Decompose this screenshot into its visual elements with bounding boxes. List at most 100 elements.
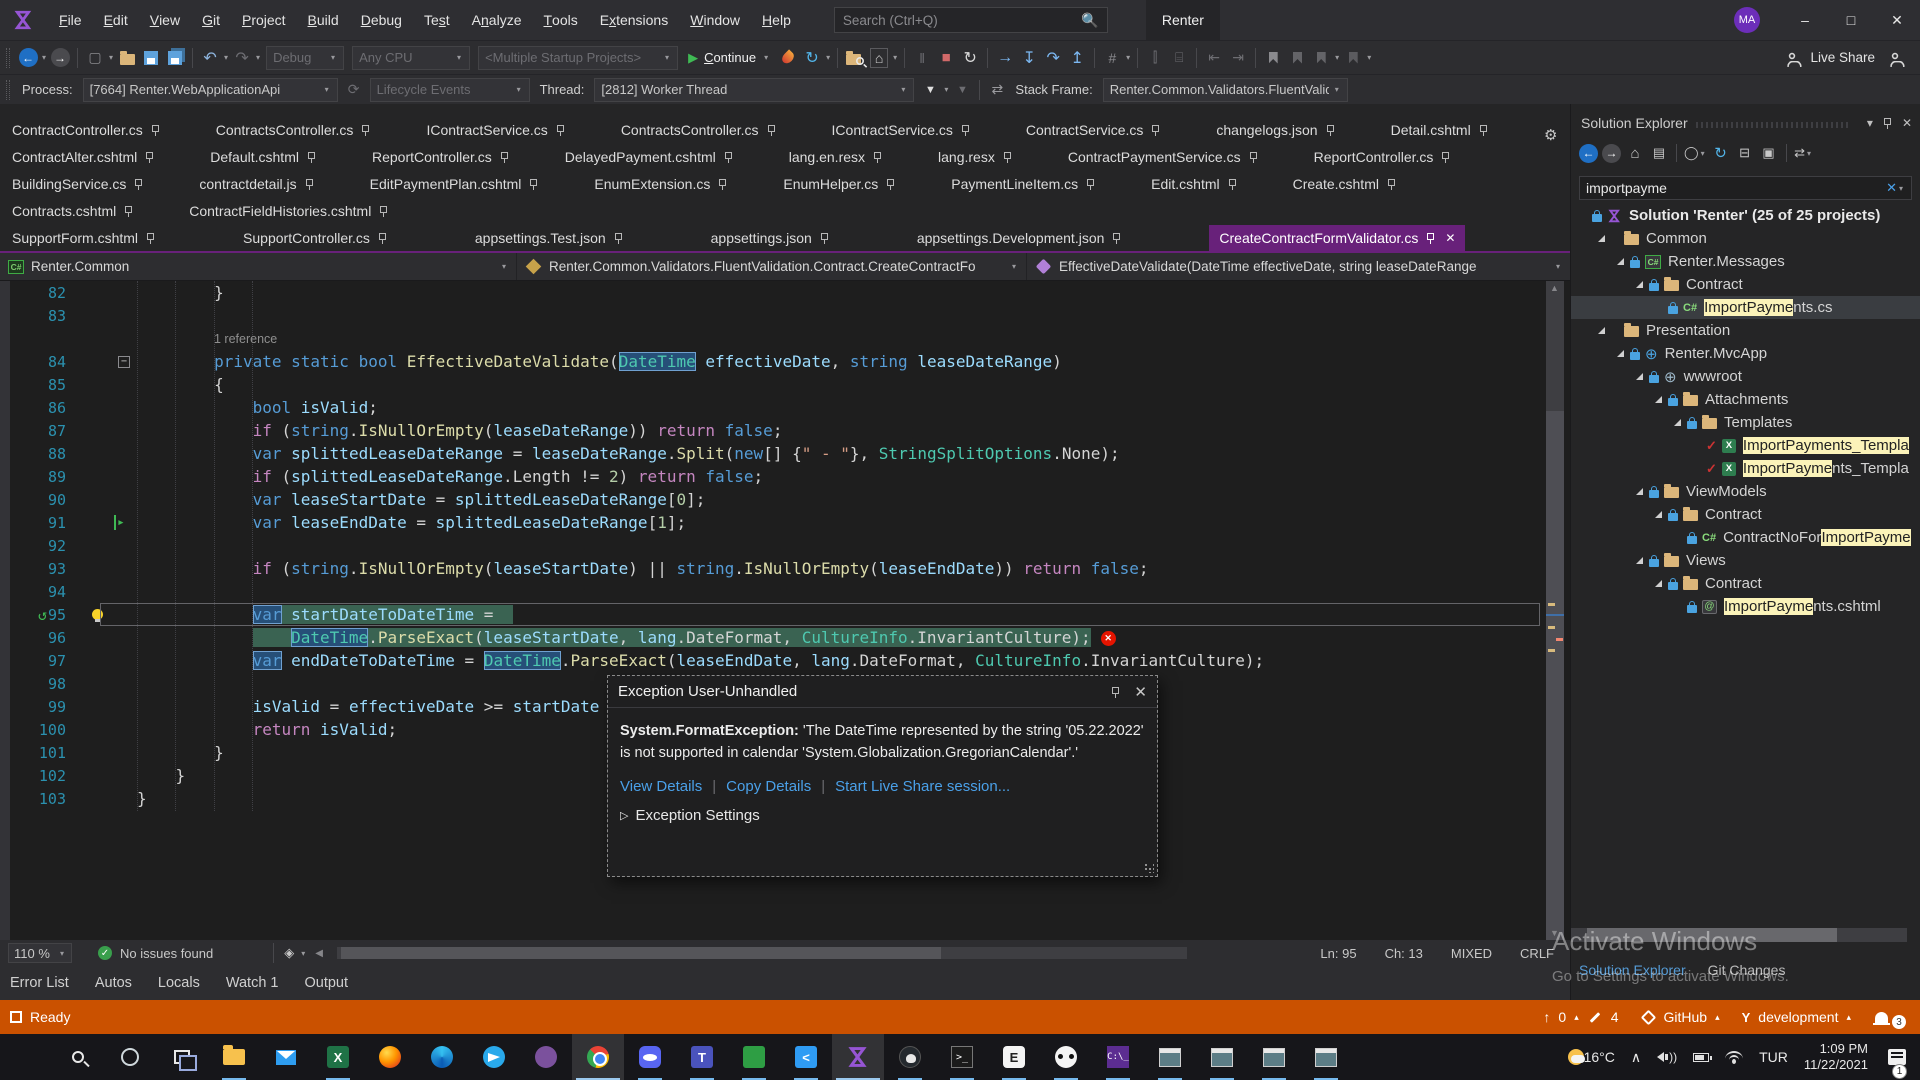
action-center-icon[interactable]: 1 (1884, 1042, 1910, 1072)
taskbar-vs-code[interactable]: < (780, 1034, 832, 1080)
lightbulb-icon[interactable] (92, 609, 103, 620)
expander-icon[interactable] (1617, 258, 1624, 265)
switch-views-icon[interactable]: ▤ (1649, 142, 1669, 164)
properties-icon[interactable]: ▣ (1759, 142, 1779, 164)
taskbar-viber[interactable] (520, 1034, 572, 1080)
code-line-95[interactable]: 95↻ var startDateToDateTime = (0, 603, 1570, 626)
battery-icon[interactable] (1693, 1053, 1709, 1062)
tab-reportcontroller-cs[interactable]: ReportController.cs (372, 145, 509, 169)
minimize-button[interactable]: – (1782, 0, 1828, 40)
show-next-statement-icon[interactable]: → (994, 46, 1016, 70)
forward-icon[interactable]: → (1602, 144, 1621, 163)
taskbar-visual-studio[interactable]: ⋈ (832, 1034, 884, 1080)
scroll-left-icon[interactable]: ◀ (315, 948, 323, 959)
tab-enumextension-cs[interactable]: EnumExtension.cs (594, 172, 727, 196)
pin-icon[interactable] (767, 124, 776, 136)
line-number[interactable]: 92 (0, 537, 84, 555)
tab-contractscontroller-cs[interactable]: ContractsController.cs (621, 118, 776, 142)
back-icon[interactable]: ← (1579, 144, 1598, 163)
taskbar-window-app-3[interactable] (1248, 1034, 1300, 1080)
prev-bookmark-icon[interactable] (1286, 46, 1308, 70)
pin-icon[interactable] (145, 151, 154, 163)
taskbar-taskbar-search[interactable] (52, 1034, 104, 1080)
pin-icon[interactable] (1441, 151, 1450, 163)
pending-changes-filter-icon[interactable]: ◯▾ (1684, 142, 1707, 164)
lifecycle-events-icon[interactable]: ⟳ (343, 78, 365, 102)
diff-icon[interactable]: ◈ (279, 942, 299, 964)
exception-link-view-details[interactable]: View Details (620, 778, 702, 795)
tab-appsettings-test-json[interactable]: appsettings.Test.json (475, 226, 623, 250)
line-number[interactable]: 87 (0, 422, 84, 440)
volume-icon[interactable]: )) (1657, 1050, 1677, 1064)
redo-icon[interactable]: ↷ (231, 46, 253, 70)
code-line-85[interactable]: 85 { (0, 373, 1570, 396)
tab-paymentlineitem-cs[interactable]: PaymentLineItem.cs (951, 172, 1095, 196)
tree-item-solution-renter-25-of-25-projects[interactable]: ⋈Solution 'Renter' (25 of 25 projects) (1571, 204, 1920, 227)
step-over-icon[interactable]: ↷ (1042, 46, 1064, 70)
tab-editpaymentplan-cshtml[interactable]: EditPaymentPlan.cshtml (370, 172, 539, 196)
breadcrumb-segment-3[interactable]: EffectiveDateValidate(DateTime effective… (1027, 253, 1570, 280)
increase-indent-icon[interactable]: ⇥ (1227, 46, 1249, 70)
tab-icontractservice-cs[interactable]: IContractService.cs (426, 118, 564, 142)
tree-item-importpayments-cshtml[interactable]: @ImportPayments.cshtml (1571, 595, 1920, 618)
resize-grip[interactable] (1144, 863, 1154, 873)
tab-contractscontroller-cs[interactable]: ContractsController.cs (216, 118, 371, 142)
startup-project-select[interactable]: <Multiple Startup Projects>▾ (478, 46, 678, 70)
line-annotations-icon[interactable]: # (1101, 46, 1123, 70)
tree-item-renter-messages[interactable]: C#Renter.Messages (1571, 250, 1920, 273)
expander-icon[interactable] (1636, 281, 1643, 288)
tree-horizontal-scrollbar[interactable] (1571, 928, 1907, 942)
code-line-91[interactable]: 91▸ var leaseEndDate = splittedLeaseDate… (0, 511, 1570, 534)
menu-tools[interactable]: Tools (532, 0, 588, 40)
menu-test[interactable]: Test (413, 0, 461, 40)
auto-hide-pin-icon[interactable] (1883, 117, 1892, 129)
taskbar-panda-app[interactable] (1040, 1034, 1092, 1080)
tab-supportcontroller-cs[interactable]: SupportController.cs (243, 226, 387, 250)
panel-tab-error-list[interactable]: Error List (10, 975, 69, 991)
repo-name[interactable]: GitHub (1664, 1009, 1708, 1025)
expander-icon[interactable] (1655, 396, 1662, 403)
open-file-icon[interactable] (116, 46, 138, 70)
taskbar-window-app-2[interactable] (1196, 1034, 1248, 1080)
tree-item-contract[interactable]: Contract (1571, 273, 1920, 296)
gear-icon[interactable]: ⚙ (1544, 126, 1557, 144)
exception-link-start-live-share-session[interactable]: Start Live Share session... (835, 778, 1010, 795)
line-number[interactable]: 103 (0, 790, 84, 808)
breadcrumb-segment-1[interactable]: C#Renter.Common▾ (0, 253, 517, 280)
taskbar-task-view[interactable] (156, 1034, 208, 1080)
pin-icon[interactable] (1151, 124, 1160, 136)
taskbar-telegram[interactable] (468, 1034, 520, 1080)
tab-delayedpayment-cshtml[interactable]: DelayedPayment.cshtml (565, 145, 733, 169)
chevron-down-icon[interactable]: ▾ (1556, 262, 1560, 271)
taskbar-firefox[interactable] (364, 1034, 416, 1080)
pin-icon[interactable] (614, 232, 623, 244)
taskbar-chrome[interactable] (572, 1034, 624, 1080)
pin-icon[interactable] (820, 232, 829, 244)
taskbar-epic-games[interactable]: E (988, 1034, 1040, 1080)
tab-createcontractformvalidator-cs[interactable]: CreateContractFormValidator.cs✕ (1209, 225, 1465, 251)
expander-icon[interactable] (1655, 511, 1662, 518)
sync-with-active-document-icon[interactable]: ⇄▾ (1794, 142, 1814, 164)
home-icon[interactable]: ⌂ (1625, 142, 1645, 164)
fold-collapse-icon[interactable]: − (118, 356, 130, 368)
expander-icon[interactable] (1636, 488, 1643, 495)
navigate-back-icon[interactable]: ← (17, 46, 39, 70)
pin-icon[interactable] (1112, 232, 1121, 244)
menu-file[interactable]: File (48, 0, 93, 40)
pin-icon[interactable] (724, 151, 733, 163)
tree-item-views[interactable]: Views (1571, 549, 1920, 572)
line-number[interactable]: 100 (0, 721, 84, 739)
scroll-up-icon[interactable]: ▲ (1550, 283, 1559, 293)
line-number[interactable]: 89 (0, 468, 84, 486)
tab-reportcontroller-cs[interactable]: ReportController.cs (1314, 145, 1451, 169)
code-line-83[interactable]: 83 (0, 304, 1570, 327)
tab-contractcontroller-cs[interactable]: ContractController.cs (12, 118, 160, 142)
close-icon[interactable]: ✕ (1134, 683, 1147, 701)
pin-icon[interactable] (556, 124, 565, 136)
tab-enumhelper-cs[interactable]: EnumHelper.cs (783, 172, 895, 196)
code-line-94[interactable]: 94 (0, 580, 1570, 603)
taskbar-green-app[interactable] (728, 1034, 780, 1080)
branch-icon[interactable]: Y (1742, 1010, 1751, 1025)
menu-extensions[interactable]: Extensions (589, 0, 680, 40)
line-number[interactable]: 102 (0, 767, 84, 785)
